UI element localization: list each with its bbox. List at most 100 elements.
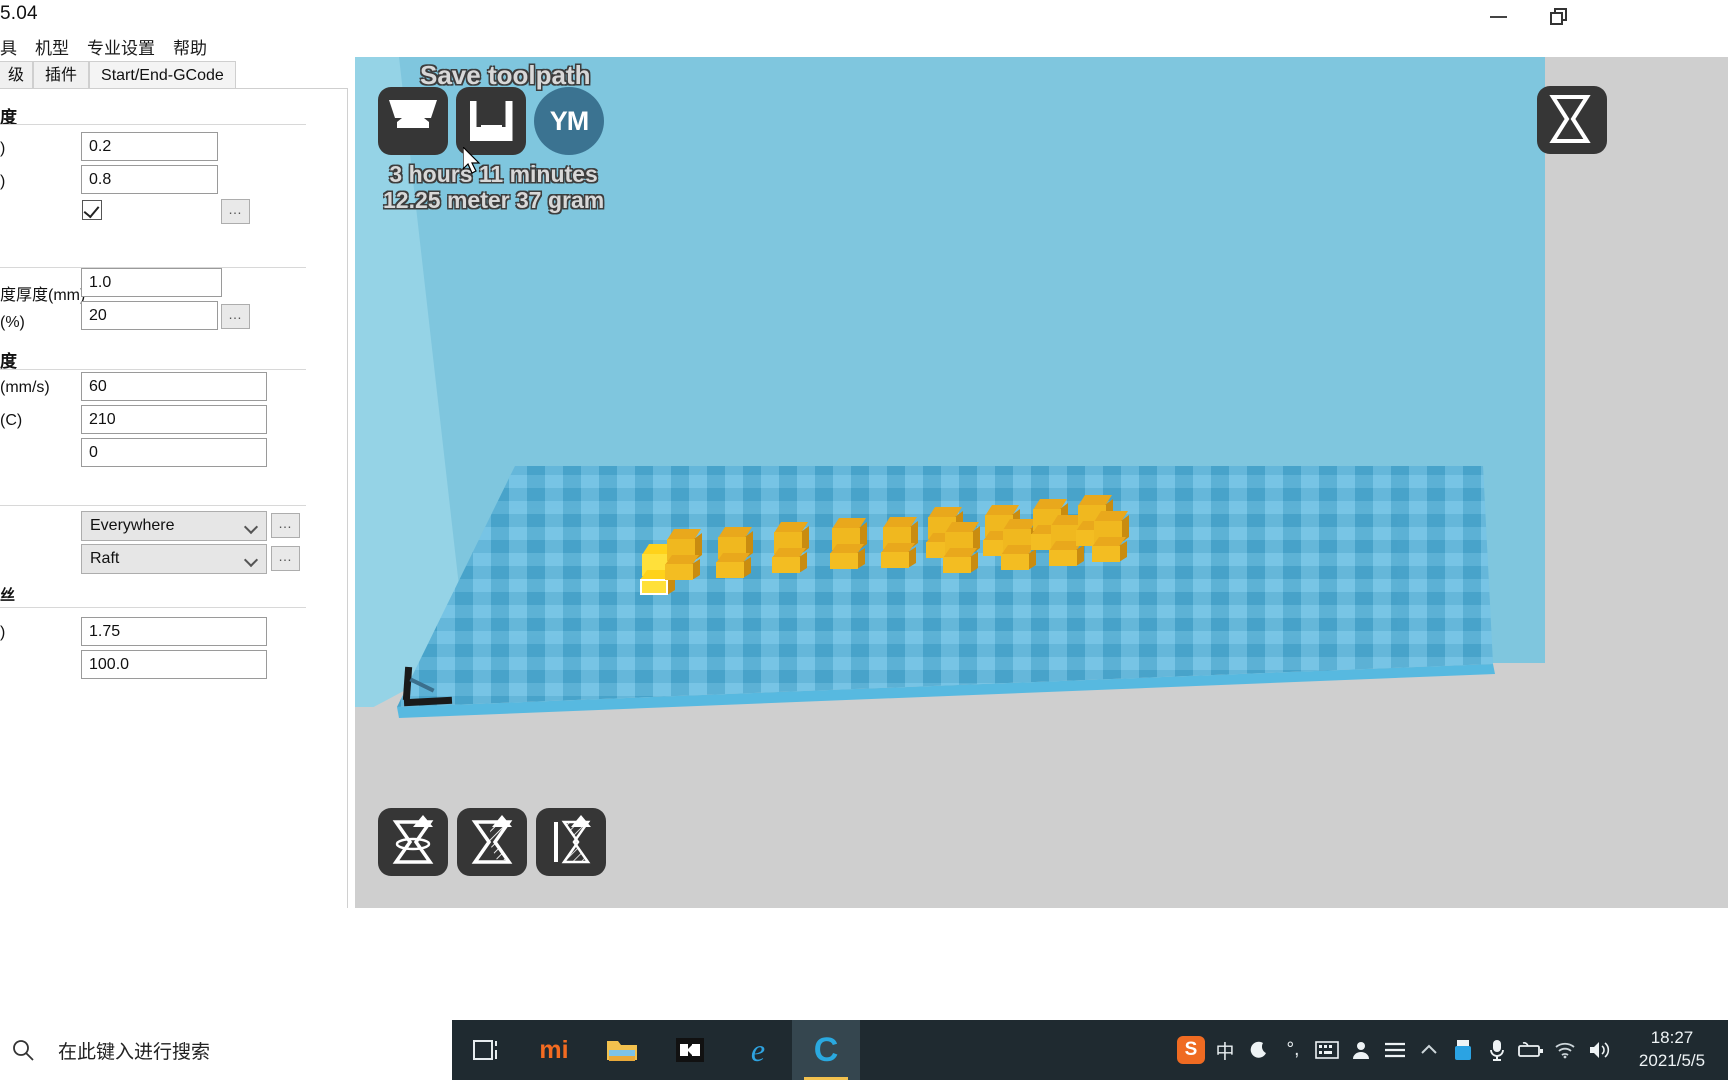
- build-plate: [397, 466, 1493, 707]
- system-tray: S 中 °, 18:27 2021/5/5: [1174, 1020, 1728, 1080]
- settings-panel: 度 ) 0.2 ) 0.8 … 度厚度(mm) 1.0 (%) 20 … 度 (…: [0, 88, 348, 908]
- print-time: 3 hours 11 minutes: [389, 161, 598, 187]
- normal-view-button[interactable]: [378, 808, 448, 876]
- layers-view-button[interactable]: [1537, 86, 1607, 154]
- battery-icon[interactable]: [1514, 1020, 1548, 1080]
- menu-item-machine[interactable]: 机型: [26, 34, 78, 59]
- task-view-button[interactable]: [452, 1020, 520, 1080]
- model-instance[interactable]: [881, 517, 918, 568]
- select-support-type[interactable]: Everywhere: [81, 511, 267, 541]
- clock-time: 18:27: [1650, 1028, 1694, 1048]
- label-bottom-top-thickness: 度厚度(mm): [0, 287, 86, 304]
- window-title-bar: 5.04: [0, 0, 1728, 33]
- label-filament-diameter: ): [0, 624, 6, 641]
- punctuation-icon[interactable]: °,: [1276, 1020, 1310, 1080]
- origin-axis-marker: [395, 666, 453, 709]
- adhesion-options-button[interactable]: …: [271, 546, 300, 571]
- usb-device-icon[interactable]: [1446, 1020, 1480, 1080]
- model-instance[interactable]: [830, 518, 867, 569]
- model-instance[interactable]: [772, 522, 809, 573]
- divider: [0, 124, 306, 125]
- xray-view-icon: [548, 815, 594, 866]
- model-instance[interactable]: [716, 527, 753, 578]
- xray-view-button[interactable]: [536, 808, 606, 876]
- show-hidden-icons-chevron[interactable]: [1412, 1020, 1446, 1080]
- label-shell-thickness: ): [0, 173, 6, 190]
- group-title-filament: 丝: [0, 587, 16, 604]
- transparent-view-button[interactable]: [457, 808, 527, 876]
- field-print-speed[interactable]: 60: [81, 372, 267, 401]
- model-instance[interactable]: [1092, 511, 1129, 562]
- divider: [0, 607, 306, 608]
- menu-item-expert-settings[interactable]: 专业设置: [78, 34, 164, 59]
- 3d-viewport[interactable]: Save toolpath YM 3 hours 11 minutes 12.2…: [355, 57, 1728, 908]
- model-instance[interactable]: [665, 529, 702, 580]
- clock-date: 2021/5/5: [1638, 1051, 1706, 1070]
- field-print-temperature[interactable]: 210: [81, 405, 267, 434]
- menu-item-help[interactable]: 帮助: [164, 34, 216, 59]
- restore-icon: [1549, 8, 1567, 25]
- checkbox-enable-retraction[interactable]: [82, 200, 102, 220]
- field-filament-flow[interactable]: 100.0: [81, 650, 267, 679]
- ime-mode-icon[interactable]: 中: [1208, 1020, 1242, 1080]
- keyboard-icon[interactable]: [1310, 1020, 1344, 1080]
- support-options-button[interactable]: …: [271, 513, 300, 538]
- print-statistics: 3 hours 11 minutes 12.25 meter 37 gram: [383, 161, 605, 214]
- build-plate-grid: [397, 466, 1493, 707]
- search-icon: [10, 1037, 36, 1063]
- fill-options-button[interactable]: …: [221, 304, 250, 329]
- divider: [0, 369, 306, 370]
- mi-app-button[interactable]: mi: [520, 1020, 588, 1080]
- window-title: 5.04: [0, 3, 38, 24]
- select-platform-adhesion-value: Raft: [90, 550, 120, 567]
- microphone-icon[interactable]: [1480, 1020, 1514, 1080]
- tab-advanced[interactable]: 级: [0, 61, 34, 88]
- field-bed-temperature[interactable]: 0: [81, 438, 267, 467]
- media-app-button[interactable]: [656, 1020, 724, 1080]
- ym-logo-text: YM: [549, 105, 589, 136]
- field-bottom-top-thickness[interactable]: 1.0: [81, 268, 222, 297]
- file-explorer-button[interactable]: [588, 1020, 656, 1080]
- load-model-button[interactable]: [378, 87, 448, 155]
- label-fill-density: (%): [0, 314, 25, 331]
- sogou-input-icon[interactable]: S: [1174, 1020, 1208, 1080]
- hamburger-menu-icon[interactable]: [1378, 1020, 1412, 1080]
- ym-logo-button[interactable]: YM: [534, 87, 604, 155]
- restore-button[interactable]: [1532, 0, 1584, 33]
- select-support-type-value: Everywhere: [90, 517, 175, 534]
- minimize-button[interactable]: [1472, 0, 1524, 33]
- mouse-cursor: [463, 147, 483, 175]
- cura-app-button[interactable]: C: [792, 1020, 860, 1080]
- volume-icon[interactable]: [1582, 1020, 1616, 1080]
- view-mode-toolbar: [378, 808, 606, 876]
- field-filament-diameter[interactable]: 1.75: [81, 617, 267, 646]
- tab-plugins[interactable]: 插件: [33, 61, 90, 88]
- field-layer-height[interactable]: 0.2: [81, 132, 218, 161]
- field-shell-thickness[interactable]: 0.8: [81, 165, 218, 194]
- retraction-options-button[interactable]: …: [221, 199, 250, 224]
- internet-explorer-button[interactable]: e: [724, 1020, 792, 1080]
- divider: [0, 505, 306, 506]
- viewport-toolbar: YM: [378, 87, 604, 155]
- user-profile-icon[interactable]: [1344, 1020, 1378, 1080]
- moon-icon[interactable]: [1242, 1020, 1276, 1080]
- select-platform-adhesion[interactable]: Raft: [81, 544, 267, 574]
- screen: 5.04 具 机型 专业设置 帮助 级 插件 Start/End-GCode 度…: [0, 0, 1728, 1080]
- print-material: 12.25 meter 37 gram: [383, 186, 605, 213]
- taskbar-clock[interactable]: 18:27 2021/5/5: [1616, 1020, 1728, 1080]
- settings-tab-strip: 级 插件 Start/End-GCode: [0, 60, 355, 88]
- ie-label: e: [750, 1031, 766, 1068]
- label-layer-height: ): [0, 140, 6, 157]
- load-model-icon: [389, 100, 437, 142]
- layers-view-icon: [1547, 94, 1593, 149]
- menu-item-tools[interactable]: 具: [0, 34, 26, 59]
- mi-app-label: mi: [539, 1035, 569, 1064]
- field-fill-density[interactable]: 20: [81, 301, 218, 330]
- floppy-disk-icon: [469, 101, 513, 141]
- cura-label: C: [813, 1030, 839, 1069]
- wifi-icon[interactable]: [1548, 1020, 1582, 1080]
- save-toolpath-button[interactable]: [456, 87, 526, 155]
- tab-start-end-gcode[interactable]: Start/End-GCode: [89, 61, 236, 88]
- taskbar-search[interactable]: 在此键入进行搜索: [0, 1020, 452, 1080]
- model-instance[interactable]: [943, 522, 980, 573]
